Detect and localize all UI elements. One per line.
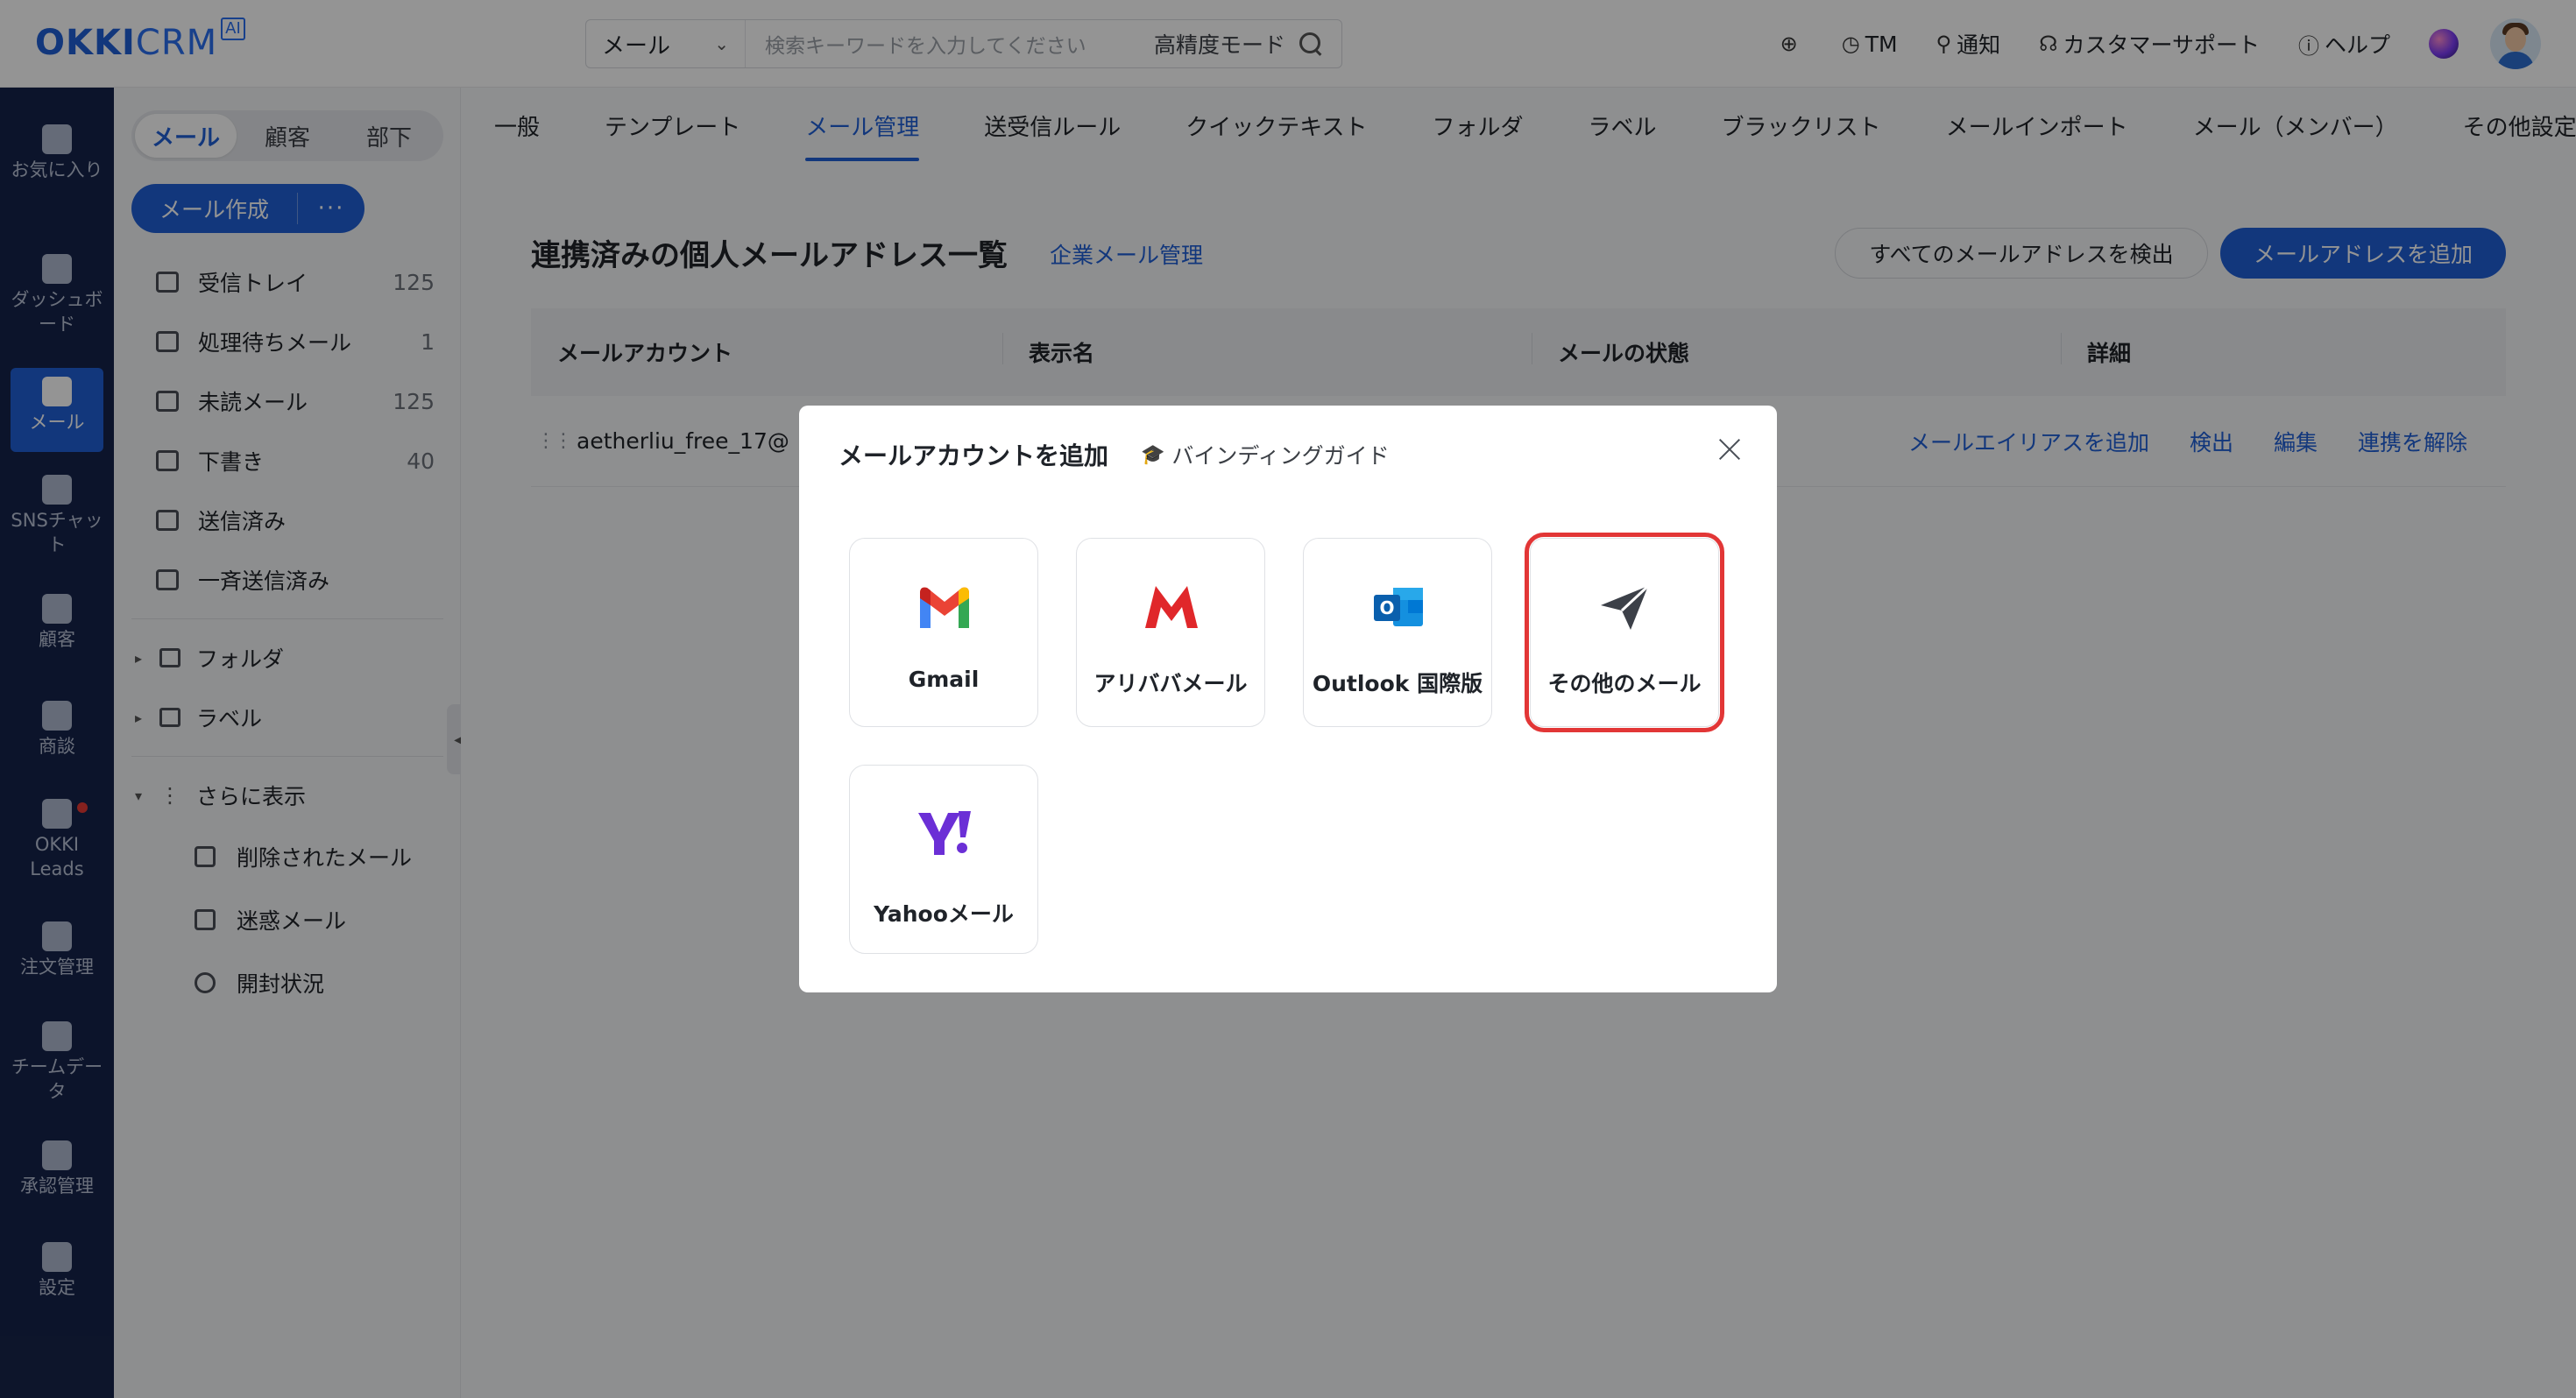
close-icon[interactable] <box>1716 435 1744 463</box>
gmail-icon <box>920 587 969 628</box>
dialog-title: メールアカウントを追加 <box>839 441 1109 470</box>
yahoo-icon <box>918 811 971 855</box>
provider-outlook[interactable]: O Outlook 国際版 <box>1303 538 1492 727</box>
outlook-icon: O <box>1374 588 1423 626</box>
svg-text:O: O <box>1379 597 1394 618</box>
provider-other-mail[interactable]: その他のメール <box>1525 533 1724 732</box>
provider-gmail[interactable]: Gmail <box>849 538 1038 727</box>
provider-alibaba-mail[interactable]: アリババメール <box>1076 538 1265 727</box>
add-mail-account-dialog: メールアカウントを追加 🎓 バインディングガイド Gmail アリババメール O <box>799 406 1777 992</box>
provider-yahoo-mail[interactable]: Yahooメール <box>849 765 1038 954</box>
graduation-cap-icon: 🎓 <box>1141 443 1165 466</box>
alibaba-mail-icon <box>1145 586 1198 628</box>
binding-guide-link[interactable]: 🎓 バインディングガイド <box>1141 439 1390 470</box>
paper-plane-icon <box>1601 584 1650 630</box>
